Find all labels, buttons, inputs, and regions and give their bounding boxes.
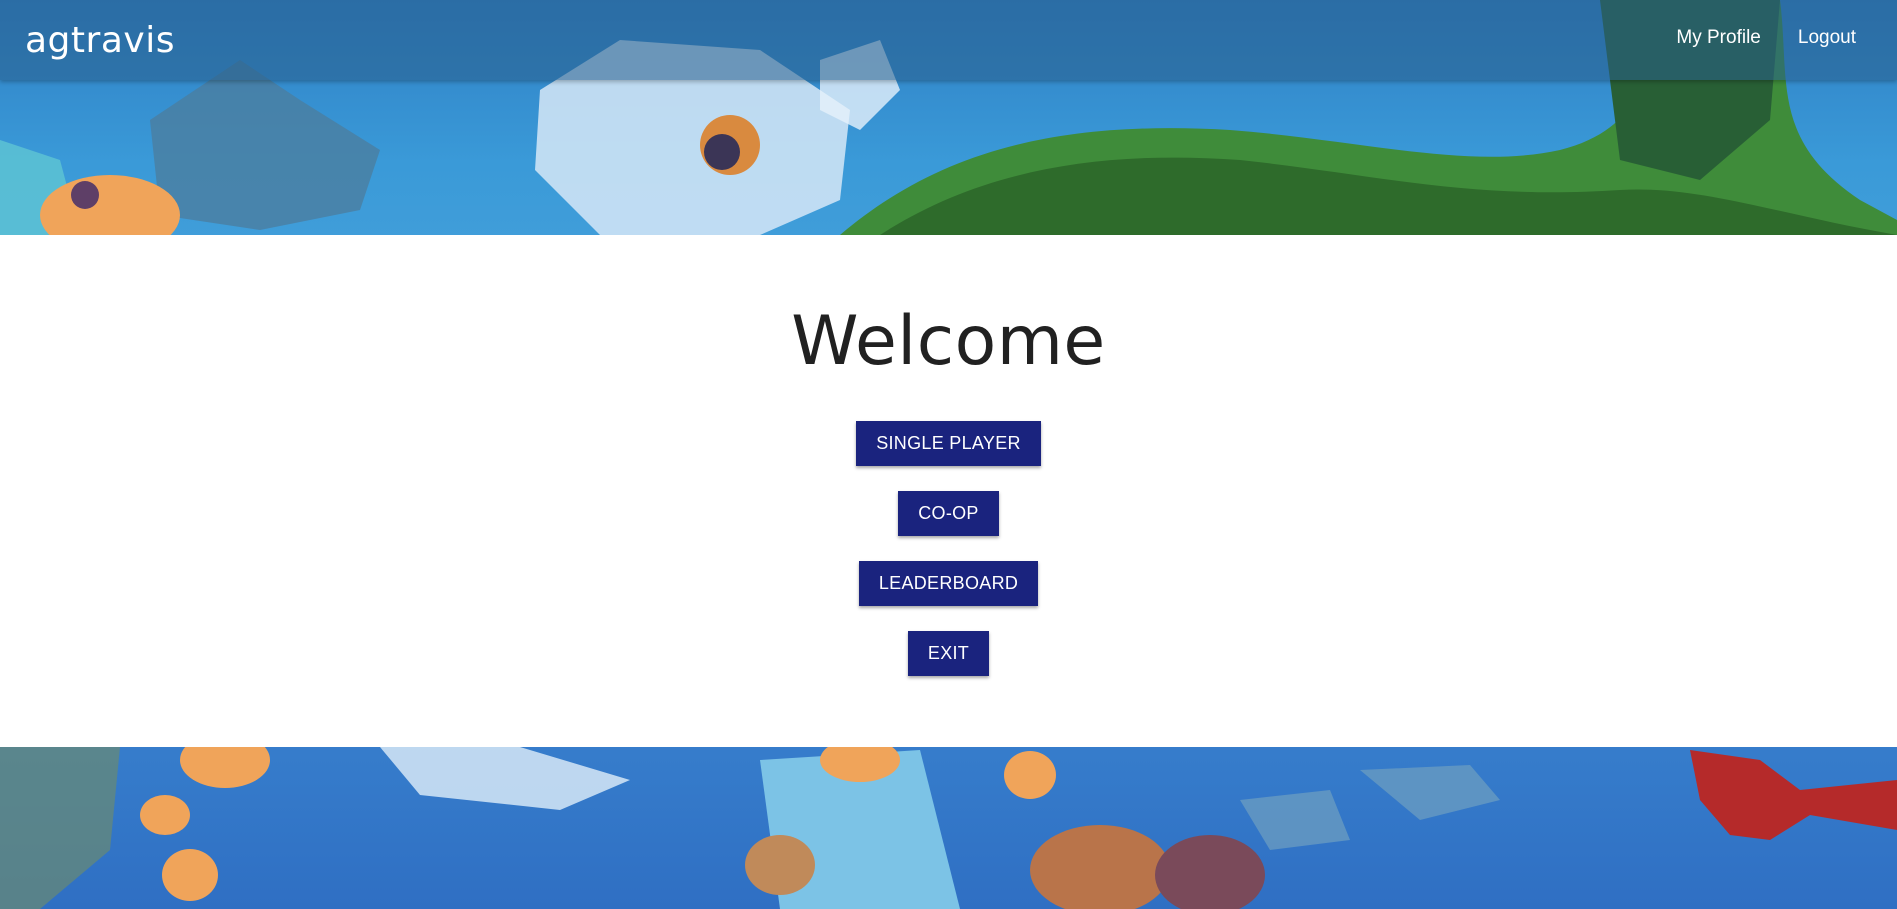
exit-button[interactable]: EXIT bbox=[907, 631, 990, 676]
game-menu: SINGLE PLAYER CO-OP LEADERBOARD EXIT bbox=[856, 421, 1041, 676]
single-player-button[interactable]: SINGLE PLAYER bbox=[856, 421, 1041, 466]
logout-link[interactable]: Logout bbox=[1798, 27, 1856, 49]
my-profile-link[interactable]: My Profile bbox=[1676, 27, 1760, 49]
main-menu-panel: Welcome SINGLE PLAYER CO-OP LEADERBOARD … bbox=[0, 235, 1897, 747]
top-navbar: agtravis My Profile Logout bbox=[0, 0, 1897, 80]
nav-links: My Profile Logout bbox=[1676, 27, 1856, 49]
brand-username-link[interactable]: agtravis bbox=[25, 20, 175, 61]
page-title: Welcome bbox=[791, 302, 1106, 381]
co-op-button[interactable]: CO-OP bbox=[898, 491, 999, 536]
leaderboard-button[interactable]: LEADERBOARD bbox=[858, 561, 1039, 606]
